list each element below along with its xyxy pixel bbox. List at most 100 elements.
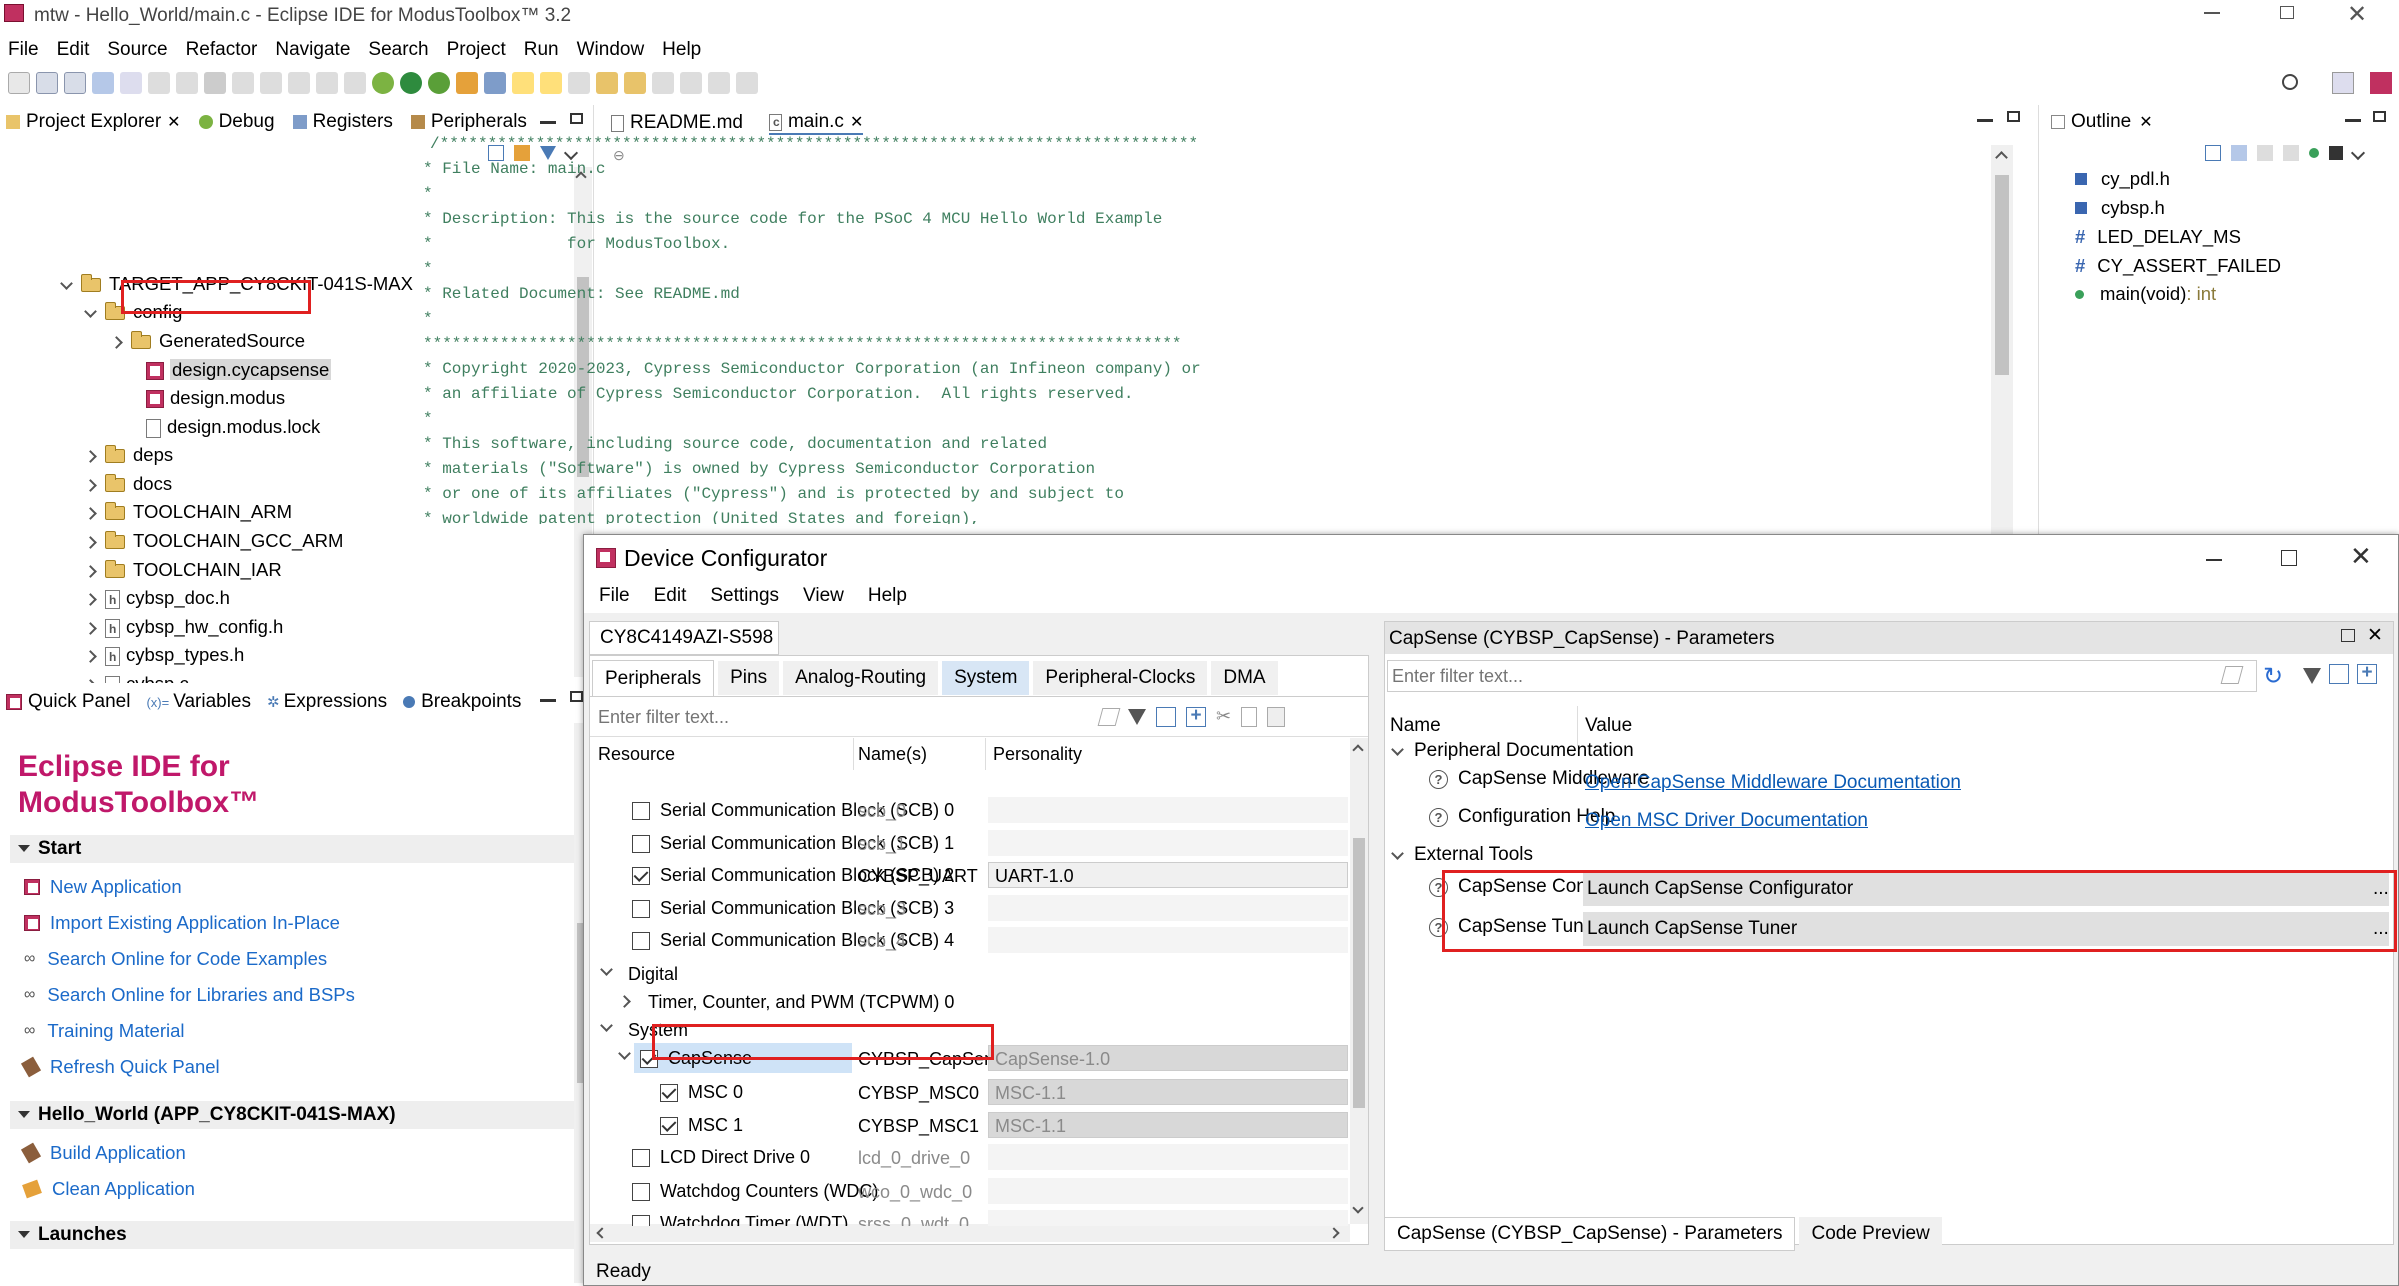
tab-debug[interactable]: Debug bbox=[198, 111, 275, 133]
perspective-icon[interactable] bbox=[2332, 72, 2354, 94]
toggle-mark-icon[interactable] bbox=[512, 72, 534, 94]
enable-checkbox[interactable] bbox=[632, 835, 650, 854]
minimize-view-icon[interactable] bbox=[2345, 119, 2361, 122]
scroll-up-icon[interactable] bbox=[1995, 151, 2008, 164]
resource-row[interactable]: Timer, Counter, and PWM (TCPWM) 0 bbox=[590, 987, 1350, 1017]
close-icon[interactable]: ✕ bbox=[167, 112, 180, 132]
forward-icon[interactable] bbox=[708, 72, 730, 94]
personality-select[interactable]: MSC-1.1 bbox=[988, 1112, 1348, 1138]
tab-peripheral-clocks[interactable]: Peripheral-Clocks bbox=[1033, 661, 1208, 695]
maximize-view-icon[interactable] bbox=[2007, 111, 2020, 122]
pin-editor-icon[interactable] bbox=[736, 72, 758, 94]
personality-select[interactable]: MSC-1.1 bbox=[988, 1079, 1348, 1105]
step-over-icon[interactable] bbox=[288, 72, 310, 94]
refresh-icon[interactable]: ↻ bbox=[2263, 662, 2283, 691]
tree-item[interactable]: design.modus.lock bbox=[126, 417, 320, 438]
resource-name[interactable]: scb_1 bbox=[858, 834, 906, 855]
save-icon[interactable] bbox=[36, 72, 58, 94]
expand-icon[interactable] bbox=[84, 449, 97, 463]
minimize-view-icon[interactable] bbox=[1977, 119, 1993, 122]
dc-menu-settings[interactable]: Settings bbox=[710, 585, 779, 607]
menu-edit[interactable]: Edit bbox=[57, 39, 90, 61]
resource-row[interactable]: Serial Communication Block (SCB) 2 CYBSP_… bbox=[590, 860, 1350, 890]
filter-icon[interactable] bbox=[2303, 668, 2321, 684]
paste-icon[interactable] bbox=[1267, 706, 1286, 727]
tab-expressions[interactable]: ✲ Expressions bbox=[267, 691, 387, 713]
restore-view-icon[interactable] bbox=[2341, 629, 2355, 642]
enable-checkbox[interactable] bbox=[660, 1084, 678, 1103]
menu-file[interactable]: File bbox=[8, 39, 39, 61]
terminal-icon[interactable] bbox=[120, 72, 142, 94]
tree-item[interactable]: TOOLCHAIN_ARM bbox=[84, 502, 292, 522]
resource-name[interactable]: scb_3 bbox=[858, 899, 906, 920]
resource-hscrollbar[interactable] bbox=[590, 1224, 1350, 1242]
collapse-all-icon[interactable] bbox=[2329, 664, 2349, 684]
prev-annotation-icon[interactable] bbox=[624, 72, 646, 94]
tree-item[interactable]: TOOLCHAIN_IAR bbox=[84, 560, 282, 580]
resource-name[interactable]: CYBSP_MSC0 bbox=[858, 1083, 979, 1104]
tree-item[interactable]: docs bbox=[84, 474, 172, 494]
tree-item[interactable]: cybsp_hw_config.h bbox=[84, 617, 283, 638]
skip-icon[interactable] bbox=[148, 72, 170, 94]
peripherals-filter-input[interactable] bbox=[594, 702, 1090, 732]
tab-system[interactable]: System bbox=[942, 661, 1030, 695]
maximize-view-icon[interactable] bbox=[570, 691, 583, 702]
collapse-icon[interactable] bbox=[84, 304, 97, 318]
close-icon[interactable]: ✕ bbox=[2139, 112, 2152, 132]
expand-icon[interactable] bbox=[84, 621, 97, 635]
tab-outline[interactable]: Outline bbox=[2071, 111, 2131, 133]
outline-item[interactable]: cybsp.h bbox=[2075, 197, 2165, 219]
minimize-icon[interactable] bbox=[2206, 559, 2222, 561]
maximize-view-icon[interactable] bbox=[570, 113, 583, 124]
tab-registers[interactable]: Registers bbox=[292, 111, 393, 133]
expand-icon[interactable] bbox=[110, 335, 123, 349]
enable-checkbox[interactable] bbox=[632, 1215, 650, 1226]
external-tools-icon[interactable] bbox=[428, 72, 450, 94]
sort-icon[interactable] bbox=[2231, 145, 2247, 161]
collapse-icon[interactable] bbox=[600, 1019, 613, 1032]
minimize-view-icon[interactable] bbox=[540, 699, 556, 702]
collapse-all-icon[interactable] bbox=[2205, 145, 2221, 161]
group-peripheral-documentation[interactable]: Peripheral Documentation bbox=[1391, 740, 1634, 762]
tree-item[interactable]: design.modus bbox=[126, 388, 285, 409]
resource-row[interactable]: MSC 1 CYBSP_MSC1 MSC-1.1 bbox=[590, 1110, 1350, 1140]
close-view-icon[interactable]: ✕ bbox=[2367, 624, 2383, 647]
tree-item[interactable]: GeneratedSource bbox=[110, 331, 305, 351]
menu-run[interactable]: Run bbox=[524, 39, 559, 61]
restore-icon[interactable] bbox=[2280, 6, 2294, 19]
capsense-middleware-doc-link[interactable]: Open CapSense Middleware Documentation bbox=[1585, 772, 1961, 794]
resource-name[interactable]: wco_0_wdc_0 bbox=[858, 1182, 972, 1203]
menu-source[interactable]: Source bbox=[107, 39, 167, 61]
cut-icon[interactable]: ✂ bbox=[1216, 706, 1231, 727]
dc-menu-view[interactable]: View bbox=[803, 585, 844, 607]
hide-nonpublic-icon[interactable] bbox=[2309, 148, 2319, 158]
debug-icon[interactable] bbox=[372, 72, 394, 94]
resource-row[interactable]: Serial Communication Block (SCB) 4 scb_4 bbox=[590, 925, 1350, 955]
tab-project-explorer[interactable]: Project Explorer ✕ bbox=[6, 111, 181, 133]
back-icon[interactable] bbox=[680, 72, 702, 94]
close-icon[interactable]: ✕ bbox=[2347, 0, 2367, 29]
last-edit-icon[interactable] bbox=[652, 72, 674, 94]
resource-row[interactable]: Digital bbox=[590, 959, 1350, 989]
maximize-view-icon[interactable] bbox=[2373, 111, 2386, 122]
show-whitespace-icon[interactable] bbox=[568, 72, 590, 94]
outline-item[interactable]: cy_pdl.h bbox=[2075, 168, 2170, 190]
menu-window[interactable]: Window bbox=[577, 39, 645, 61]
resource-row[interactable]: Watchdog Timer (WDT) srss_0_wdt_0 bbox=[590, 1208, 1350, 1226]
column-names[interactable]: Name(s) bbox=[858, 744, 927, 765]
resource-name[interactable]: srss_0_wdt_0 bbox=[858, 1214, 969, 1226]
expand-icon[interactable] bbox=[84, 535, 97, 549]
expand-icon[interactable] bbox=[84, 564, 97, 578]
project-header[interactable]: Hello_World (APP_CY8CKIT-041S-MAX) bbox=[10, 1101, 576, 1129]
scroll-up-icon[interactable] bbox=[1352, 744, 1364, 756]
tab-quick-panel[interactable]: Quick Panel bbox=[6, 691, 130, 713]
expand-icon[interactable] bbox=[84, 649, 97, 663]
resource-name[interactable]: lcd_0_drive_0 bbox=[858, 1148, 970, 1169]
clear-filter-icon[interactable] bbox=[1097, 707, 1121, 726]
hide-static-icon[interactable] bbox=[2283, 145, 2299, 161]
new-icon[interactable] bbox=[8, 72, 30, 94]
enable-checkbox[interactable] bbox=[632, 932, 650, 951]
quick-panel-link[interactable]: New Application bbox=[24, 876, 182, 898]
dc-menu-edit[interactable]: Edit bbox=[654, 585, 687, 607]
maximize-icon[interactable] bbox=[2281, 550, 2297, 566]
